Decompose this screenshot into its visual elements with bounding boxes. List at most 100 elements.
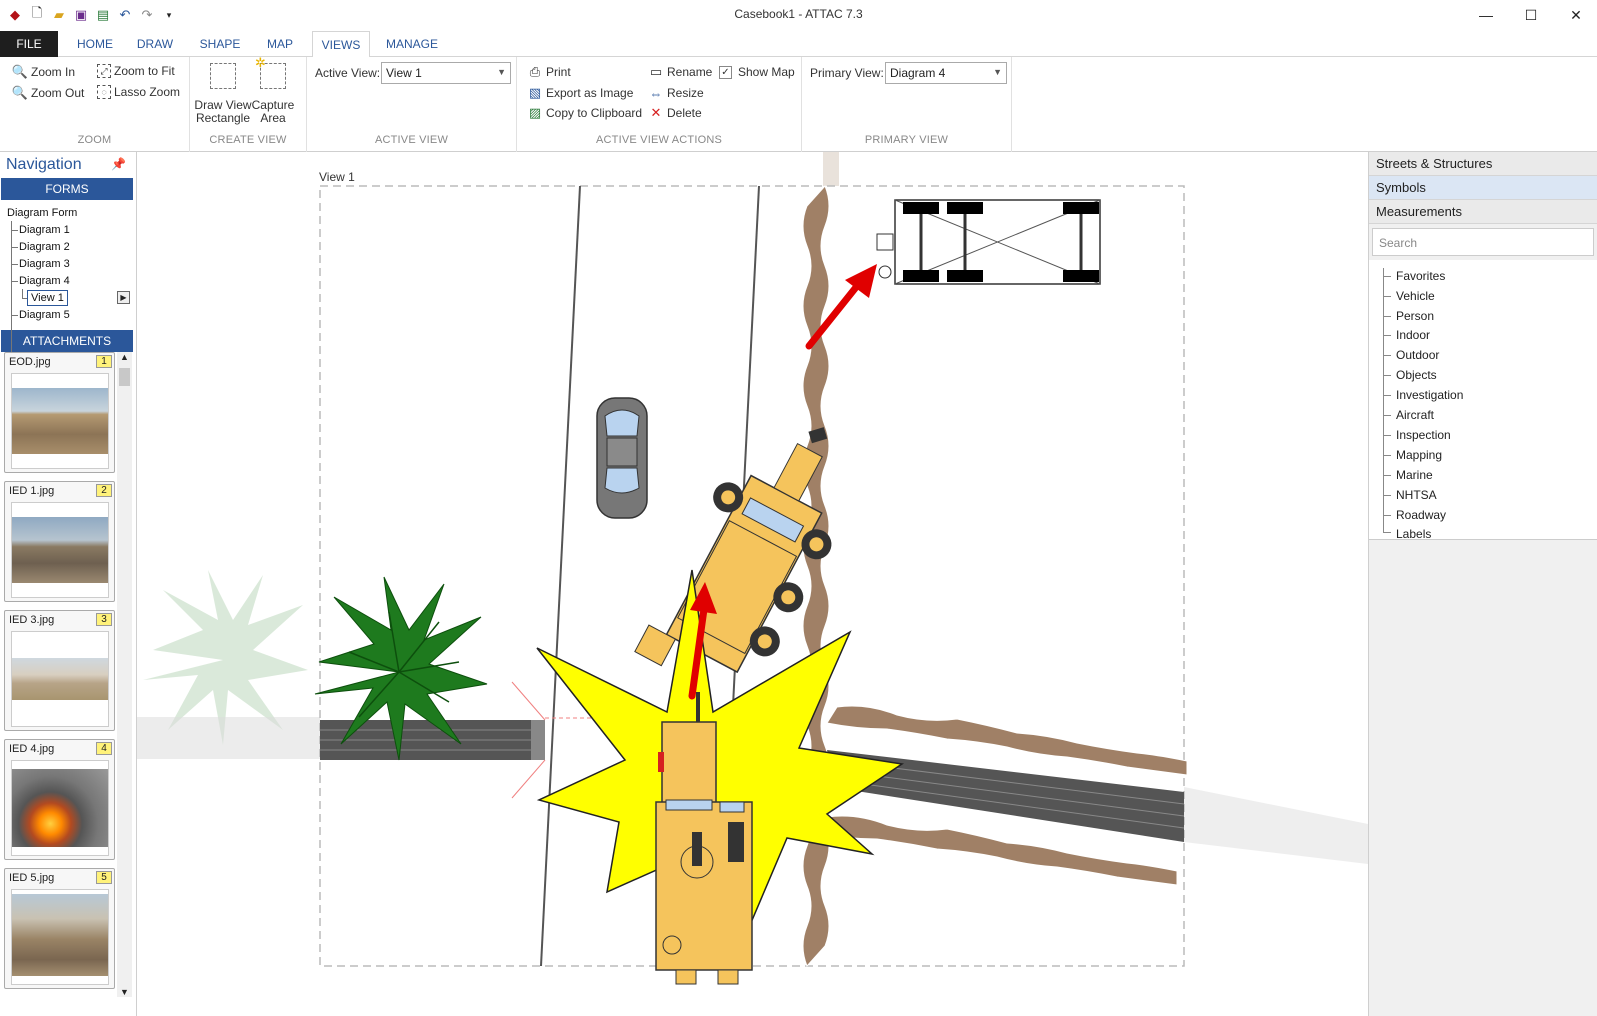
tree-line [1383, 435, 1391, 436]
category-indoor[interactable]: Indoor [1396, 328, 1430, 342]
scroll-down-icon[interactable]: ▼ [120, 987, 129, 997]
print-button[interactable]: ⎙ Print [527, 64, 571, 80]
tree-item-diagram-1[interactable]: Diagram 1 [19, 222, 70, 238]
checkbox-check-icon: ✓ [719, 65, 732, 79]
draw-view-rectangle-button[interactable]: Draw View Rectangle [194, 63, 252, 125]
mrap-vehicle-turned[interactable] [630, 396, 879, 710]
active-view-dropdown[interactable]: View 1 ▼ [381, 62, 511, 84]
primary-view-dropdown[interactable]: Diagram 4 ▼ [885, 62, 1007, 84]
tree-line [1383, 532, 1391, 533]
export-as-image-label: Export as Image [546, 86, 634, 100]
symbol-search-input[interactable]: Search [1372, 228, 1594, 256]
tab-streets-structures[interactable]: Streets & Structures [1369, 152, 1597, 176]
tab-symbols[interactable]: Symbols [1369, 176, 1597, 200]
zoom-to-fit-button[interactable]: ⤢ Zoom to Fit [97, 64, 175, 78]
tree-item-diagram-3[interactable]: Diagram 3 [19, 256, 70, 272]
category-favorites[interactable]: Favorites [1396, 269, 1445, 283]
category-vehicle[interactable]: Vehicle [1396, 289, 1435, 303]
attachment-item[interactable]: EOD.jpg 1 [4, 352, 115, 473]
zoom-out-button[interactable]: 🔍 Zoom Out [12, 85, 84, 101]
forms-band[interactable]: FORMS [1, 178, 133, 200]
title-bar: ◆ 🗋 ▰ ▣ ▤ ↶ ↷ ▾ Casebook1 - ATTAC 7.3 — … [0, 0, 1597, 30]
tree-line [11, 281, 18, 282]
chevron-down-icon: ▼ [497, 67, 506, 77]
tab-shape[interactable]: SHAPE [192, 31, 248, 57]
tab-manage[interactable]: MANAGE [380, 31, 444, 57]
diagram-drawing[interactable]: View 1 [137, 152, 1368, 1016]
capture-area-button[interactable]: ✲ Capture Area [248, 56, 298, 125]
category-aircraft[interactable]: Aircraft [1396, 408, 1434, 422]
attachments-scrollbar[interactable]: ▲ ▼ [117, 352, 132, 997]
category-objects[interactable]: Objects [1396, 368, 1437, 382]
delete-button[interactable]: ✕ Delete [648, 105, 702, 121]
draw-view-rectangle-label: Draw View Rectangle [194, 98, 252, 125]
category-outdoor[interactable]: Outdoor [1396, 348, 1439, 362]
tree-item-diagram-5[interactable]: Diagram 5 [19, 307, 70, 323]
maximize-button[interactable]: ☐ [1508, 0, 1554, 30]
tab-draw[interactable]: DRAW [130, 31, 180, 57]
pin-icon[interactable]: 📌 [111, 157, 126, 171]
active-view-actions-group: ⎙ Print ▧ Export as Image ▨ Copy to Clip… [517, 57, 802, 152]
tab-file[interactable]: FILE [0, 31, 58, 57]
zoom-out-label: Zoom Out [31, 86, 85, 100]
attachment-item[interactable]: IED 5.jpg 5 [4, 868, 115, 989]
category-nhtsa[interactable]: NHTSA [1396, 488, 1437, 502]
copy-to-clipboard-button[interactable]: ▨ Copy to Clipboard [527, 105, 642, 121]
tab-map[interactable]: MAP [258, 31, 302, 57]
tree-item-diagram-4[interactable]: Diagram 4 [19, 273, 70, 289]
attachment-item[interactable]: IED 4.jpg 4 [4, 739, 115, 860]
resize-icon: ⇔ [649, 85, 663, 101]
category-roadway[interactable]: Roadway [1396, 508, 1446, 522]
silver-car[interactable] [596, 397, 648, 519]
resize-button[interactable]: ⇔ Resize [648, 85, 704, 101]
attachment-item[interactable]: IED 3.jpg 3 [4, 610, 115, 731]
category-investigation[interactable]: Investigation [1396, 388, 1463, 402]
zoom-in-label: Zoom In [31, 65, 76, 79]
tree-line [11, 230, 18, 231]
zoom-to-fit-icon: ⤢ [97, 64, 111, 78]
category-labels[interactable]: Labels [1396, 527, 1431, 541]
attachment-item[interactable]: IED 1.jpg 2 [4, 481, 115, 602]
show-map-checkbox[interactable]: ✓ Show Map [719, 65, 795, 79]
tree-line [1383, 455, 1391, 456]
tree-line [1383, 316, 1391, 317]
category-marine[interactable]: Marine [1396, 468, 1433, 482]
export-as-image-button[interactable]: ▧ Export as Image [527, 85, 634, 101]
attachment-name: IED 5.jpg [9, 872, 55, 884]
tree-item-diagram-2[interactable]: Diagram 2 [19, 239, 70, 255]
close-button[interactable]: ✕ [1553, 0, 1597, 30]
faded-road [1184, 787, 1368, 864]
zoom-in-button[interactable]: 🔍 Zoom In [12, 64, 75, 80]
tab-home[interactable]: HOME [68, 31, 122, 57]
expand-arrow-icon[interactable]: ▶ [117, 291, 130, 304]
trailer-vehicle[interactable] [876, 199, 1101, 285]
category-inspection[interactable]: Inspection [1396, 428, 1451, 442]
symbol-category-list: Favorites Vehicle Person Indoor Outdoor … [1369, 260, 1597, 541]
scrollbar-thumb[interactable] [119, 368, 130, 386]
attachments-band[interactable]: ATTACHMENTS [1, 330, 133, 352]
attachment-number: 3 [96, 613, 112, 626]
tab-views[interactable]: VIEWS [312, 31, 370, 58]
attachment-number: 5 [96, 871, 112, 884]
category-person[interactable]: Person [1396, 309, 1434, 323]
scroll-up-icon[interactable]: ▲ [120, 352, 129, 362]
minimize-button[interactable]: — [1463, 0, 1509, 30]
zoom-to-fit-label: Zoom to Fit [114, 64, 175, 78]
primary-view-group: Primary View: Diagram 4 ▼ PRIMARY VIEW [802, 57, 1012, 152]
tree-line [11, 315, 18, 316]
tab-measurements[interactable]: Measurements [1369, 200, 1597, 224]
attachment-number: 2 [96, 484, 112, 497]
rename-button[interactable]: ▭ Rename [648, 64, 713, 80]
diagram-canvas[interactable]: View 1 [137, 152, 1368, 1016]
tree-item-view-1[interactable]: View 1 [27, 290, 68, 306]
faded-dirt [823, 152, 839, 186]
navigation-header: Navigation 📌 [0, 152, 136, 176]
category-mapping[interactable]: Mapping [1396, 448, 1442, 462]
lasso-zoom-button[interactable]: ◌ Lasso Zoom [97, 85, 180, 99]
tree-root[interactable]: Diagram Form [7, 205, 77, 221]
tree-line [1383, 296, 1391, 297]
tree-line [11, 264, 18, 265]
active-view-group-label: ACTIVE VIEW [374, 134, 449, 146]
tree-line [1383, 495, 1391, 496]
zoom-group: 🔍 Zoom In 🔍 Zoom Out ⤢ Zoom to Fit ◌ Las… [0, 57, 190, 152]
